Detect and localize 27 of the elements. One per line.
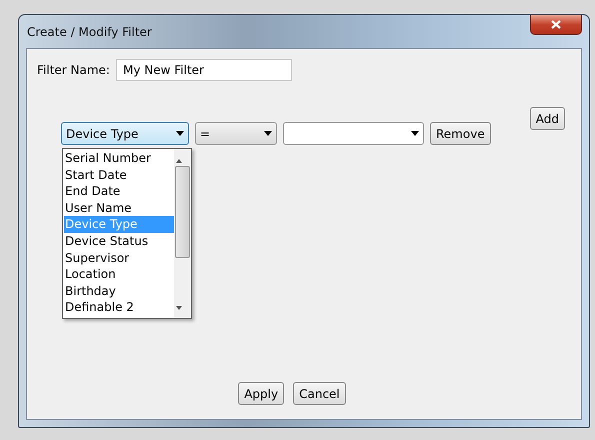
- caret-icon: [264, 131, 272, 136]
- dropdown-option[interactable]: Serial Number: [64, 150, 174, 167]
- operator-dropdown[interactable]: =: [195, 122, 277, 145]
- dropdown-option[interactable]: Birthday: [64, 282, 174, 300]
- filter-name-field[interactable]: My New Filter: [116, 59, 292, 81]
- dialog-button[interactable]: Apply: [238, 382, 284, 405]
- dropdown-option[interactable]: User Name: [64, 200, 174, 216]
- dropdown-option[interactable]: End Date: [64, 183, 174, 200]
- close-icon: [551, 20, 561, 29]
- dropdown-option[interactable]: Supervisor: [64, 250, 174, 266]
- dialog-button[interactable]: Cancel: [293, 382, 346, 405]
- dropdown-option[interactable]: Definable 2: [64, 299, 174, 316]
- scrollbar[interactable]: [174, 149, 191, 318]
- scroll-thumb[interactable]: [175, 166, 190, 258]
- scroll-down-icon: [176, 306, 182, 310]
- dropdown-option[interactable]: Location: [64, 266, 174, 283]
- scroll-up-icon: [176, 159, 182, 163]
- dropdown-option[interactable]: Start Date: [64, 166, 174, 184]
- window-title: Create / Modify Filter: [26, 24, 152, 38]
- caret-icon: [411, 131, 419, 136]
- filter-name-label: Filter Name:: [37, 63, 110, 77]
- caret-icon: [176, 131, 184, 136]
- add-button[interactable]: Add: [530, 107, 565, 130]
- close-button[interactable]: [530, 15, 582, 35]
- remove-button[interactable]: Remove: [430, 122, 491, 145]
- dropdown-option[interactable]: Device Status: [64, 232, 174, 250]
- value-dropdown[interactable]: [283, 122, 424, 145]
